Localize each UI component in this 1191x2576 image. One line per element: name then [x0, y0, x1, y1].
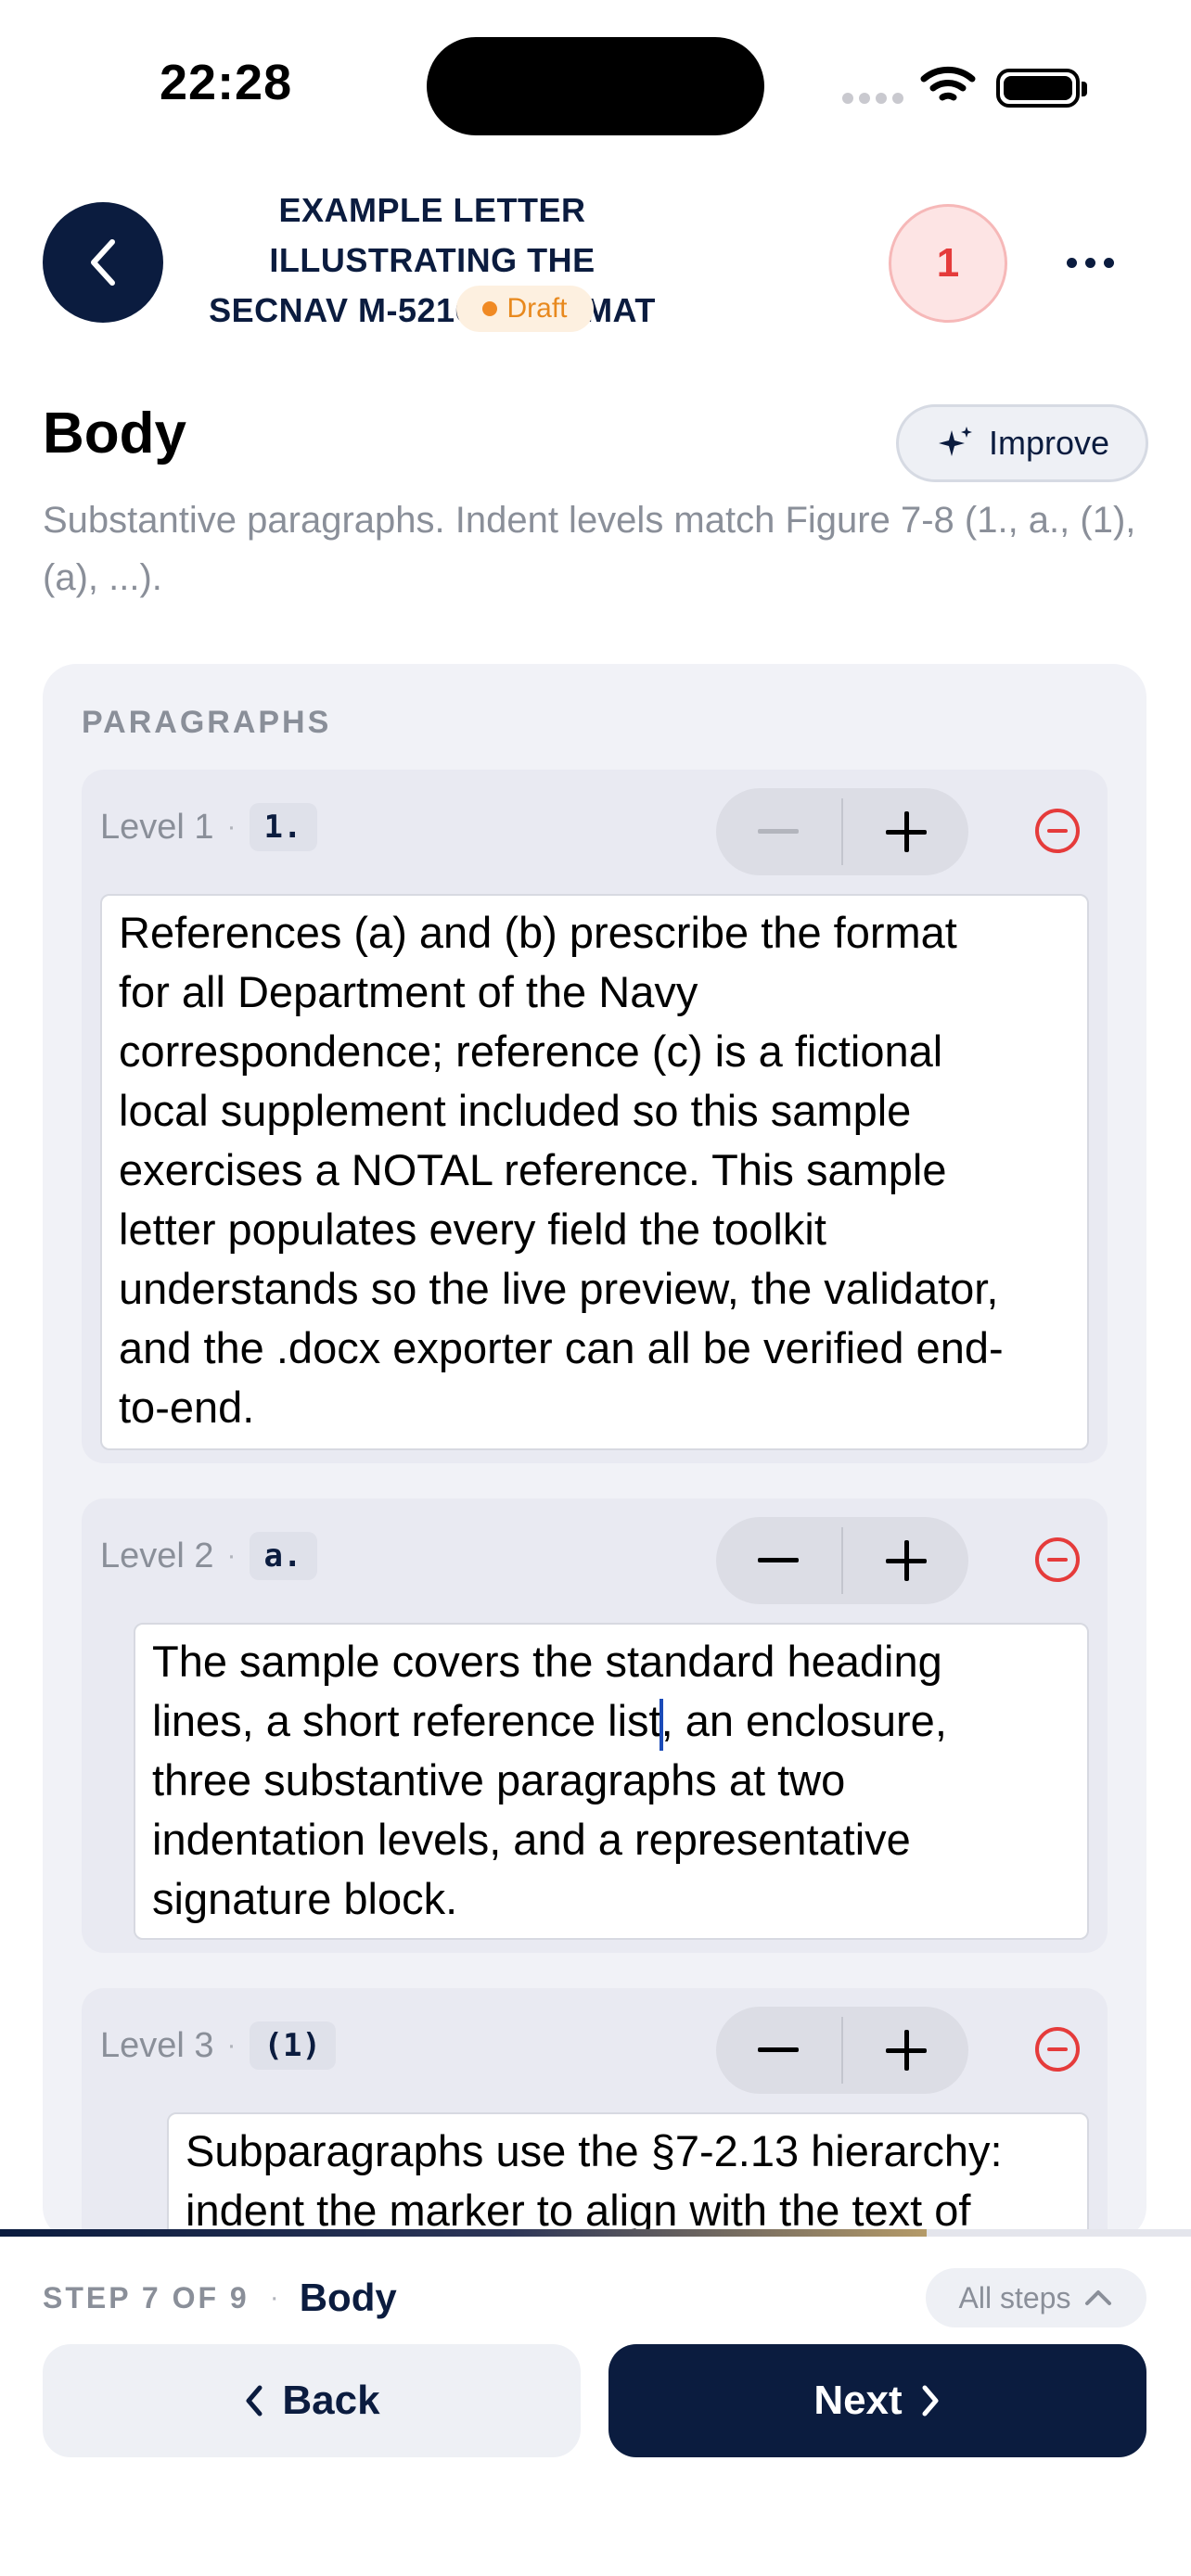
paragraph-header: Level 2 · a.	[100, 1532, 317, 1580]
paragraph-item: Level 3 · (1) Subparagraphs use the §7-2…	[82, 1988, 1108, 2240]
dynamic-island	[427, 37, 764, 135]
paragraph-marker: (1)	[249, 2021, 336, 2070]
all-steps-button[interactable]: All steps	[926, 2268, 1146, 2327]
indent-stepper	[716, 1517, 968, 1604]
next-button[interactable]: Next	[608, 2344, 1146, 2457]
battery-icon	[996, 69, 1087, 108]
improve-button[interactable]: Improve	[896, 404, 1148, 482]
paragraph-marker: a.	[249, 1532, 317, 1580]
back-button[interactable]: Back	[43, 2344, 581, 2457]
document-title-line1: EXAMPLE LETTER ILLUSTRATING THE	[269, 191, 596, 279]
plus-icon	[885, 2030, 927, 2071]
bottom-navigation: STEP 7 OF 9 · Body All steps Back Next	[0, 2237, 1191, 2576]
level-label: Level 3	[100, 2025, 214, 2065]
more-options-button[interactable]	[1057, 232, 1122, 293]
paragraphs-card: PARAGRAPHS Level 1 · 1. References (a) a…	[43, 664, 1146, 2240]
status-badge-label: Draft	[506, 293, 568, 324]
increase-indent-button[interactable]	[843, 788, 968, 875]
level-label: Level 1	[100, 807, 214, 847]
step-name: Body	[299, 2276, 397, 2319]
minus-icon	[758, 2047, 800, 2052]
minus-icon	[758, 1558, 800, 1562]
step-info: STEP 7 OF 9 · Body	[43, 2276, 397, 2319]
chevron-right-icon	[922, 2385, 939, 2417]
improve-button-label: Improve	[988, 424, 1110, 462]
paragraphs-label: PARAGRAPHS	[82, 705, 332, 740]
status-bar: 22:28	[0, 0, 1191, 167]
paragraph-header: Level 3 · (1)	[100, 2021, 336, 2070]
remove-paragraph-icon[interactable]	[1033, 807, 1082, 855]
decrease-indent-button[interactable]	[716, 788, 841, 875]
plus-icon	[885, 811, 927, 852]
paragraph-marker: 1.	[249, 803, 317, 851]
paragraph-header: Level 1 · 1.	[100, 803, 317, 851]
decrease-indent-button[interactable]	[716, 2007, 841, 2094]
remove-paragraph-icon[interactable]	[1033, 2025, 1082, 2073]
back-button-label: Back	[282, 2378, 380, 2423]
indent-stepper	[716, 788, 968, 875]
increase-indent-button[interactable]	[843, 1517, 968, 1604]
chevron-up-icon	[1085, 2290, 1112, 2305]
chevron-left-icon	[91, 239, 115, 286]
status-badge: Draft	[456, 286, 594, 332]
step-progress-fill	[0, 2229, 927, 2237]
status-dot-icon	[482, 301, 498, 316]
next-button-label: Next	[813, 2378, 903, 2423]
minus-icon	[758, 829, 800, 834]
document-title: EXAMPLE LETTER ILLUSTRATING THE SECNAV M…	[182, 185, 683, 336]
ellipsis-icon	[1066, 257, 1077, 268]
document-title-line2: SECNAV M-5216.5 FORMAT	[209, 291, 656, 329]
level-label: Level 2	[100, 1536, 214, 1575]
chevron-left-icon	[246, 2385, 263, 2417]
increase-indent-button[interactable]	[843, 2007, 968, 2094]
paragraph-item: Level 2 · a. The sample covers the stand…	[82, 1498, 1108, 1953]
paragraph-text-field[interactable]: References (a) and (b) prescribe the for…	[100, 894, 1089, 1450]
all-steps-label: All steps	[958, 2280, 1071, 2315]
remove-paragraph-icon[interactable]	[1033, 1536, 1082, 1584]
paragraph-text-field[interactable]: The sample covers the standard heading l…	[134, 1623, 1089, 1940]
nav-back-button[interactable]	[43, 202, 163, 323]
wifi-icon	[920, 66, 976, 101]
step-count: STEP 7 OF 9	[43, 2280, 250, 2315]
paragraph-item: Level 1 · 1. References (a) and (b) pres…	[82, 770, 1108, 1463]
issues-button[interactable]: 1	[889, 204, 1007, 323]
decrease-indent-button[interactable]	[716, 1517, 841, 1604]
section-title: Body	[43, 402, 186, 465]
step-progress-bar	[0, 2229, 1191, 2237]
cellular-signal-icon	[842, 93, 903, 104]
paragraph-text-field[interactable]: Subparagraphs use the §7-2.13 hierarchy:…	[167, 2112, 1089, 2240]
section-description: Substantive paragraphs. Indent levels ma…	[43, 500, 1136, 598]
plus-icon	[885, 1540, 927, 1581]
indent-stepper	[716, 2007, 968, 2094]
status-time: 22:28	[160, 55, 293, 110]
sparkles-icon	[938, 427, 972, 456]
